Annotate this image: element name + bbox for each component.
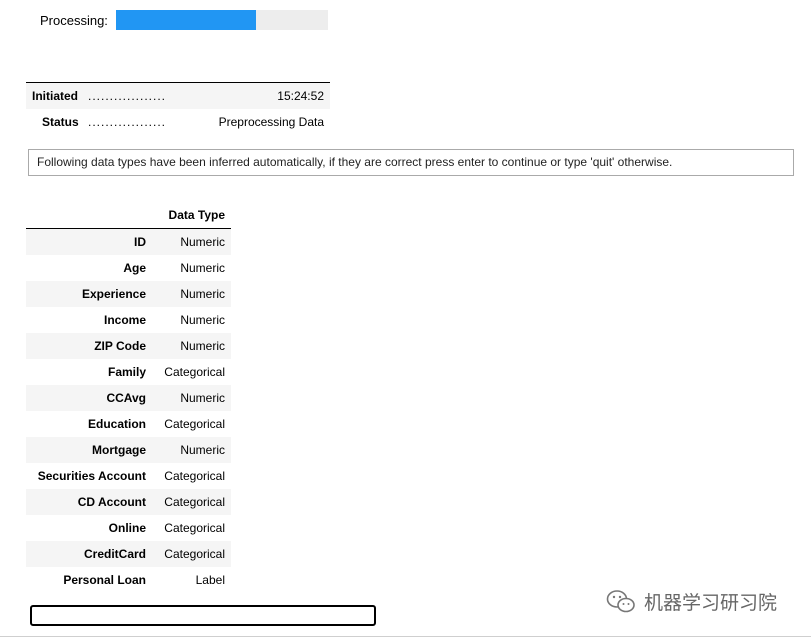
column-name: Mortgage xyxy=(26,437,152,463)
table-row: Securities Account Categorical xyxy=(26,463,231,489)
status-dots: .................. xyxy=(88,82,188,109)
column-data-type: Numeric xyxy=(152,281,231,307)
column-name: CreditCard xyxy=(26,541,152,567)
table-row: Education Categorical xyxy=(26,411,231,437)
table-row: Income Numeric xyxy=(26,307,231,333)
table-row: ZIP Code Numeric xyxy=(26,333,231,359)
table-header-data-type: Data Type xyxy=(152,202,231,229)
table-row: Experience Numeric xyxy=(26,281,231,307)
progress-bar-fill xyxy=(116,10,256,30)
data-type-table: Data Type ID Numeric Age Numeric Experience N… xyxy=(26,202,231,593)
info-message: Following data types have been inferred … xyxy=(28,149,794,176)
watermark-text: 机器学习研习院 xyxy=(644,593,778,614)
table-body: ID Numeric Age Numeric Experience Numeric Inco… xyxy=(26,228,231,594)
column-data-type: Numeric xyxy=(180,313,225,327)
column-name: ID xyxy=(26,228,152,255)
column-data-type: Categorical xyxy=(164,469,225,483)
bottom-divider xyxy=(0,636,811,637)
status-key: Status xyxy=(42,115,79,129)
column-name: Online xyxy=(108,521,146,535)
status-table: Initiated .................. 15:24:52 St… xyxy=(26,82,330,135)
column-data-type: Categorical xyxy=(164,365,225,379)
column-name: CD Account xyxy=(26,489,152,515)
table-row: Online Categorical xyxy=(26,515,231,541)
table-row: CD Account Categorical xyxy=(26,489,231,515)
column-name: CCAvg xyxy=(26,385,152,411)
column-name: Personal Loan xyxy=(63,573,146,587)
table-row: CCAvg Numeric xyxy=(26,385,231,411)
status-value: Preprocessing Data xyxy=(218,115,324,129)
table-row: Family Categorical xyxy=(26,359,231,385)
column-name: Age xyxy=(123,261,146,275)
table-row: Age Numeric xyxy=(26,255,231,281)
column-name: Family xyxy=(107,365,146,379)
progress-section: Processing: xyxy=(40,10,328,30)
progress-bar xyxy=(116,10,328,30)
column-data-type: Numeric xyxy=(152,437,231,463)
watermark: 机器学习研习院 xyxy=(606,588,777,615)
column-name: Experience xyxy=(26,281,152,307)
status-key: Initiated xyxy=(26,82,88,109)
column-data-type: Numeric xyxy=(152,228,231,255)
column-data-type: Label xyxy=(195,573,225,587)
status-value: 15:24:52 xyxy=(187,82,330,109)
table-row: CreditCard Categorical xyxy=(26,541,231,567)
column-data-type: Categorical xyxy=(164,417,225,431)
column-data-type: Numeric xyxy=(152,385,231,411)
table-row: ID Numeric xyxy=(26,228,231,255)
column-name: Securities Account xyxy=(37,469,146,483)
progress-label: Processing: xyxy=(40,12,108,28)
column-data-type: Numeric xyxy=(152,333,231,359)
column-name: ZIP Code xyxy=(26,333,152,359)
column-data-type: Numeric xyxy=(180,261,225,275)
column-name: Income xyxy=(103,313,146,327)
column-data-type: Categorical xyxy=(152,489,231,515)
table-row: Personal Loan Label xyxy=(26,567,231,593)
column-data-type: Categorical xyxy=(152,541,231,567)
wechat-icon xyxy=(606,589,635,612)
status-row-initiated: Initiated .................. 15:24:52 xyxy=(26,82,330,109)
table-header-row: Data Type xyxy=(26,202,231,229)
table-row: Mortgage Numeric xyxy=(26,437,231,463)
column-data-type: Categorical xyxy=(164,521,225,535)
table-header-blank xyxy=(26,202,152,229)
status-row-status: Status .................. Preprocessing … xyxy=(26,109,330,135)
command-input[interactable] xyxy=(30,605,376,626)
column-name: Education xyxy=(87,417,146,431)
status-dots: .................. xyxy=(88,115,167,129)
